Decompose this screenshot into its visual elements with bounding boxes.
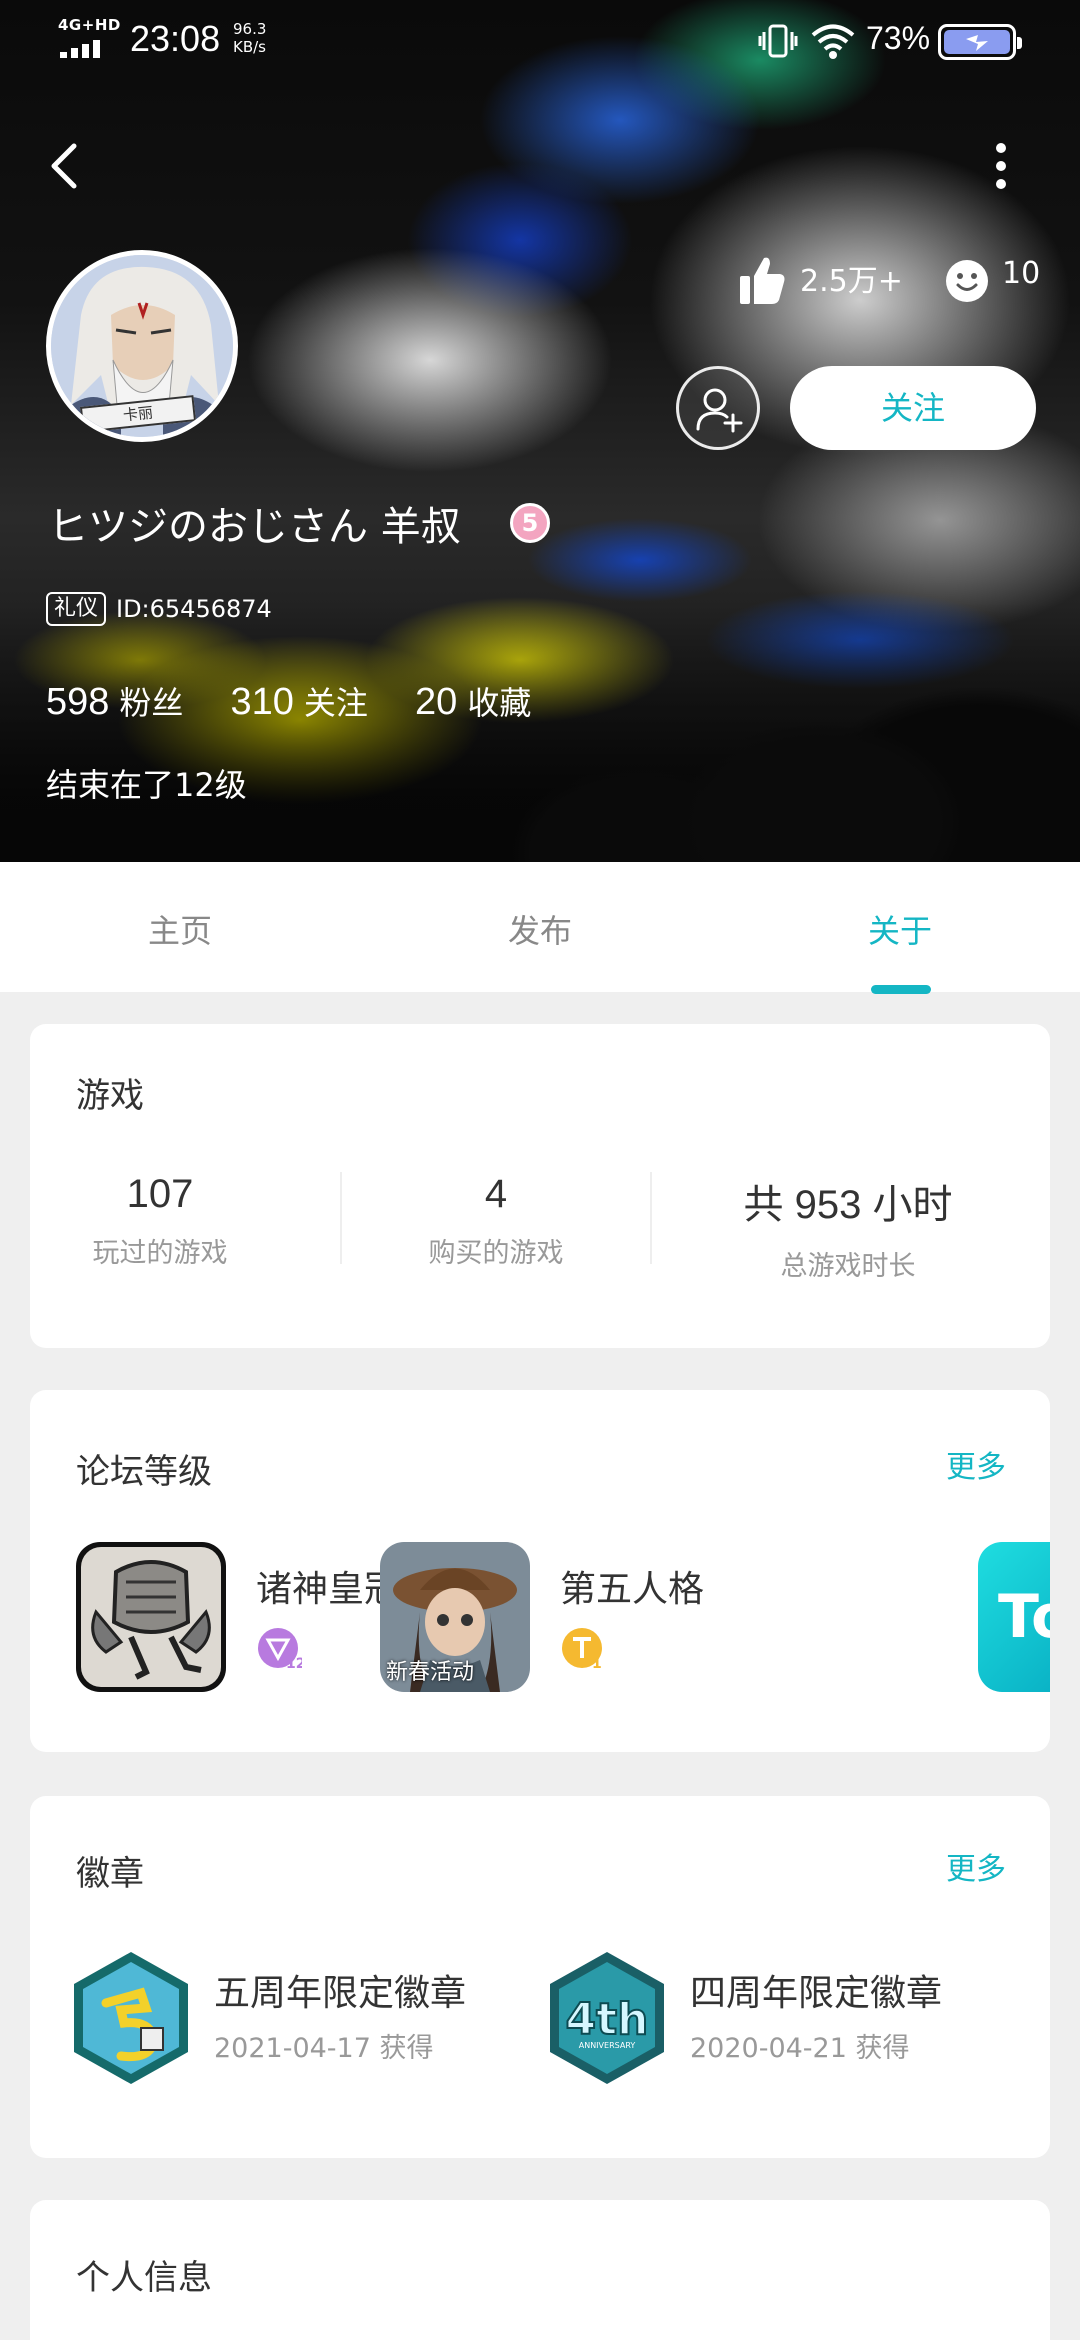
forum-level-number: 12 xyxy=(286,1656,302,1672)
badge-item[interactable]: 五周年限定徽章 2021-04-17 获得 xyxy=(66,1948,536,2088)
forum-more-link[interactable]: 更多 xyxy=(946,1442,1006,1486)
forum-level-icon: 12 xyxy=(258,1628,302,1672)
network-speed: 96.3 KB/s xyxy=(233,20,266,56)
wifi-icon xyxy=(811,24,855,59)
add-user-icon xyxy=(696,388,743,433)
forum-game-name: 第五人格 xyxy=(560,1569,705,1610)
followers-count: 598 xyxy=(46,681,110,723)
reactions-count: 10 xyxy=(1002,256,1041,291)
user-bio: 结束在了12级 xyxy=(46,766,247,804)
user-id: ID:65456874 xyxy=(116,595,272,623)
favorites-stat[interactable]: 20 收藏 xyxy=(415,678,531,724)
played-games-label: 玩过的游戏 xyxy=(92,1238,228,1269)
more-options-icon[interactable] xyxy=(976,136,1026,196)
badges-card-title: 徽章 xyxy=(76,1854,144,1894)
clock: 23:08 xyxy=(130,18,221,59)
fifth-anniversary-badge-icon xyxy=(74,1952,188,2084)
personal-info-card: 个人信息 xyxy=(30,2200,1050,2340)
favorites-count: 20 xyxy=(415,681,458,723)
battery-percent: 73% xyxy=(866,20,931,56)
signal-icon xyxy=(60,38,114,58)
playtime-stat[interactable]: 共 953 小时 总游戏时长 xyxy=(698,1172,998,1283)
profile-tabs: 主页 发布 关于 xyxy=(0,862,1080,992)
follow-button[interactable]: 关注 xyxy=(790,366,1036,450)
purchased-games-count: 4 xyxy=(484,1172,508,1216)
forum-game-name: 诸神皇冠 xyxy=(256,1569,401,1610)
battery-icon xyxy=(938,24,1022,60)
following-label: 关注 xyxy=(303,684,368,722)
playtime-label: 总游戏时长 xyxy=(780,1251,916,1282)
vibrate-icon xyxy=(758,24,798,58)
network-speed-value: 96.3 xyxy=(233,20,267,38)
active-tab-indicator xyxy=(871,985,931,994)
badge-icon-subtext: ANNIVERSARY xyxy=(579,2041,636,2050)
playtime-value: 共 953 小时 xyxy=(743,1183,953,1227)
network-speed-unit: KB/s xyxy=(233,38,266,56)
profile-header: 4G+HD 23:08 96.3 KB/s 73% 2.5万+ 10 卡丽 关注… xyxy=(0,0,1080,862)
header-background-trees xyxy=(0,602,1080,862)
badge-date: 2021-04-17 获得 xyxy=(214,2033,434,2064)
profile-stats: 598 粉丝 310 关注 20 收藏 xyxy=(46,678,573,724)
played-games-count: 107 xyxy=(126,1172,194,1216)
badge-name: 四周年限定徽章 xyxy=(690,1973,943,2014)
back-arrow-icon[interactable] xyxy=(36,136,96,196)
purchased-games-stat[interactable]: 4 购买的游戏 xyxy=(346,1172,646,1270)
following-count: 310 xyxy=(230,681,294,723)
fourth-anniversary-badge-icon: 4th ANNIVERSARY xyxy=(550,1952,664,2084)
personal-info-title: 个人信息 xyxy=(76,2258,212,2298)
identity-v-game-icon: 新春活动 xyxy=(380,1542,530,1692)
forum-card-title: 论坛等级 xyxy=(76,1452,212,1492)
badge-icon-text: 4th xyxy=(566,1994,649,2045)
followers-stat[interactable]: 598 粉丝 xyxy=(46,678,183,724)
avatar[interactable]: 卡丽 xyxy=(46,250,238,442)
title-badge: 礼仪 xyxy=(46,592,107,626)
network-type: 4G+HD xyxy=(58,16,121,34)
tab-posts[interactable]: 发布 xyxy=(440,906,640,952)
games-card: 游戏 107 玩过的游戏 4 购买的游戏 共 953 小时 总游戏时长 xyxy=(30,1024,1050,1348)
badges-card: 徽章 更多 五周年限定徽章 2021-04-17 获得 4th ANNIVERS… xyxy=(30,1796,1050,2158)
forum-level-icon: 1 xyxy=(562,1628,602,1672)
forum-item[interactable]: 新春活动 第五人格 1 xyxy=(380,1542,780,1692)
thumbs-up-icon xyxy=(740,257,785,304)
tab-about[interactable]: 关于 xyxy=(800,906,1000,952)
add-friend-button[interactable] xyxy=(676,366,760,450)
played-games-stat[interactable]: 107 玩过的游戏 xyxy=(10,1172,310,1270)
status-bar: 4G+HD 23:08 96.3 KB/s 73% xyxy=(0,0,1080,84)
armor-game-icon xyxy=(76,1542,226,1692)
favorites-label: 收藏 xyxy=(467,684,532,722)
purchased-games-label: 购买的游戏 xyxy=(428,1238,564,1269)
next-forum-game-icon[interactable]: To xyxy=(978,1542,1050,1692)
tab-home[interactable]: 主页 xyxy=(80,906,280,952)
followers-label: 粉丝 xyxy=(119,684,184,722)
charging-icon xyxy=(966,35,988,51)
forum-level-card: 论坛等级 更多 诸神皇冠 12 新春活动 第五人格 1 T xyxy=(30,1390,1050,1752)
likes-count: 2.5万+ xyxy=(800,264,903,299)
network-indicator: 4G+HD xyxy=(58,16,120,60)
badges-more-link[interactable]: 更多 xyxy=(946,1844,1006,1888)
username: ヒツジのおじさん 羊叔 xyxy=(48,504,461,550)
games-card-title: 游戏 xyxy=(76,1076,144,1116)
user-level-badge: 5 xyxy=(510,503,550,543)
game-icon-event-caption: 新春活动 xyxy=(386,1660,475,1685)
forum-level-number: 1 xyxy=(592,1656,602,1672)
divider xyxy=(650,1172,652,1264)
following-stat[interactable]: 310 关注 xyxy=(231,678,368,724)
smiley-face-icon xyxy=(946,260,988,302)
badge-name: 五周年限定徽章 xyxy=(214,1973,467,2014)
divider xyxy=(340,1172,342,1264)
badge-item[interactable]: 4th ANNIVERSARY 四周年限定徽章 2020-04-21 获得 xyxy=(542,1948,1022,2088)
badge-date: 2020-04-21 获得 xyxy=(690,2033,910,2064)
